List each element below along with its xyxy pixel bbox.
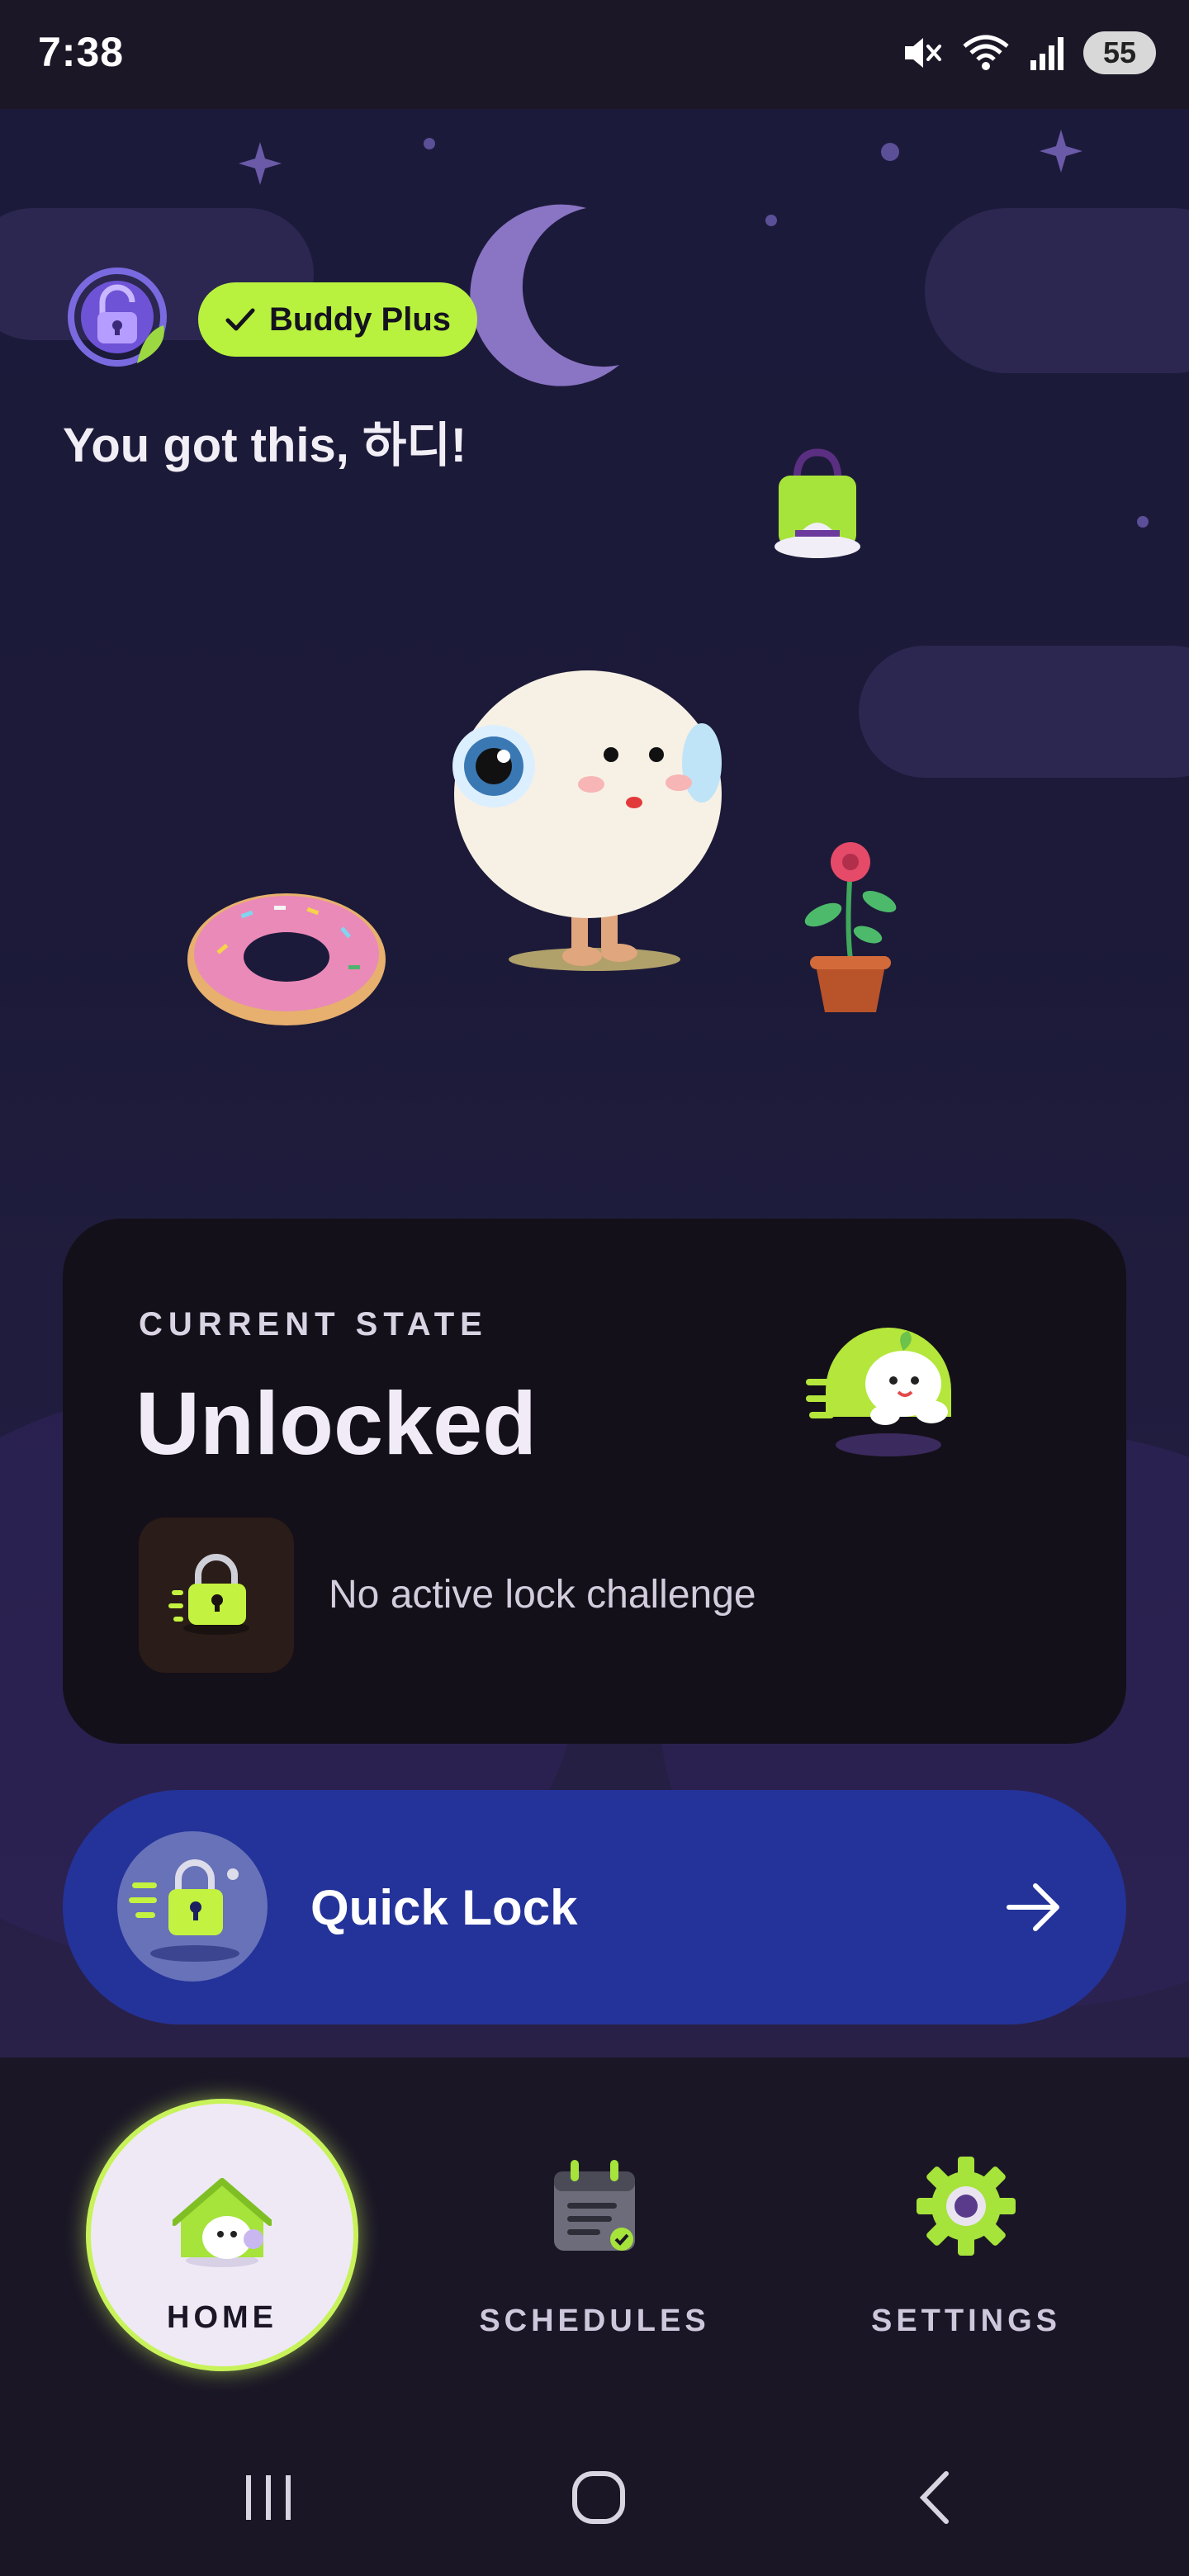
running-buddy-icon: [806, 1328, 951, 1456]
state-value: Unlocked: [135, 1373, 538, 1473]
calendar-icon: [554, 2160, 635, 2251]
plan-badge-label: Buddy Plus: [269, 301, 452, 338]
recent-apps-icon[interactable]: [239, 2469, 297, 2526]
quick-lock-button[interactable]: Quick Lock: [63, 1790, 1126, 2024]
bottom-nav: HOME SCHEDULES SETTINGS: [0, 2057, 1189, 2421]
wifi-icon: [963, 35, 1009, 70]
home-button-icon[interactable]: [570, 2469, 628, 2526]
status-icons: 55: [902, 31, 1156, 74]
state-label: CURRENT STATE: [139, 1306, 488, 1342]
quick-lock-icon-circle: [117, 1831, 268, 1982]
plant-icon: [804, 842, 897, 1012]
greeting-text: You got this, 하디!: [63, 419, 467, 472]
status-bar: 7:38 55: [0, 0, 1189, 109]
lock-challenge-icon: [168, 1554, 249, 1635]
nav-settings[interactable]: SETTINGS: [834, 2157, 1098, 2355]
home-icon: [173, 2178, 272, 2267]
donut-icon: [187, 893, 386, 1025]
shop-bag-icon[interactable]: [772, 447, 863, 563]
nav-schedules[interactable]: SCHEDULES: [462, 2157, 727, 2355]
moon-icon: [470, 204, 619, 386]
app-logo-icon: [68, 268, 167, 367]
mute-icon: [905, 38, 941, 68]
challenge-icon-box: [139, 1518, 294, 1673]
nav-schedules-label: SCHEDULES: [479, 2304, 710, 2338]
quick-lock-label: Quick Lock: [310, 1880, 578, 1935]
checkmark-icon: [225, 308, 255, 331]
challenge-status-text: No active lock challenge: [329, 1573, 756, 1617]
status-time: 7:38: [38, 29, 125, 75]
plan-badge[interactable]: Buddy Plus: [198, 282, 478, 357]
state-card: CURRENT STATE Unlocked No active lock ch…: [63, 1219, 1126, 1744]
system-nav-bar: [0, 2421, 1189, 2576]
signal-icon: [1030, 37, 1063, 70]
arrow-right-icon: [1007, 1883, 1059, 1931]
stars-decoration: [239, 130, 1149, 528]
buddy-character[interactable]: [446, 654, 743, 976]
quick-lock-icon: [129, 1859, 239, 1962]
back-icon[interactable]: [908, 2469, 966, 2526]
nav-home-label: HOME: [167, 2300, 277, 2335]
nav-home[interactable]: HOME: [86, 2099, 358, 2371]
battery-icon: 55: [1083, 31, 1156, 74]
nav-settings-label: SETTINGS: [870, 2304, 1062, 2338]
gear-icon: [917, 2157, 1016, 2256]
